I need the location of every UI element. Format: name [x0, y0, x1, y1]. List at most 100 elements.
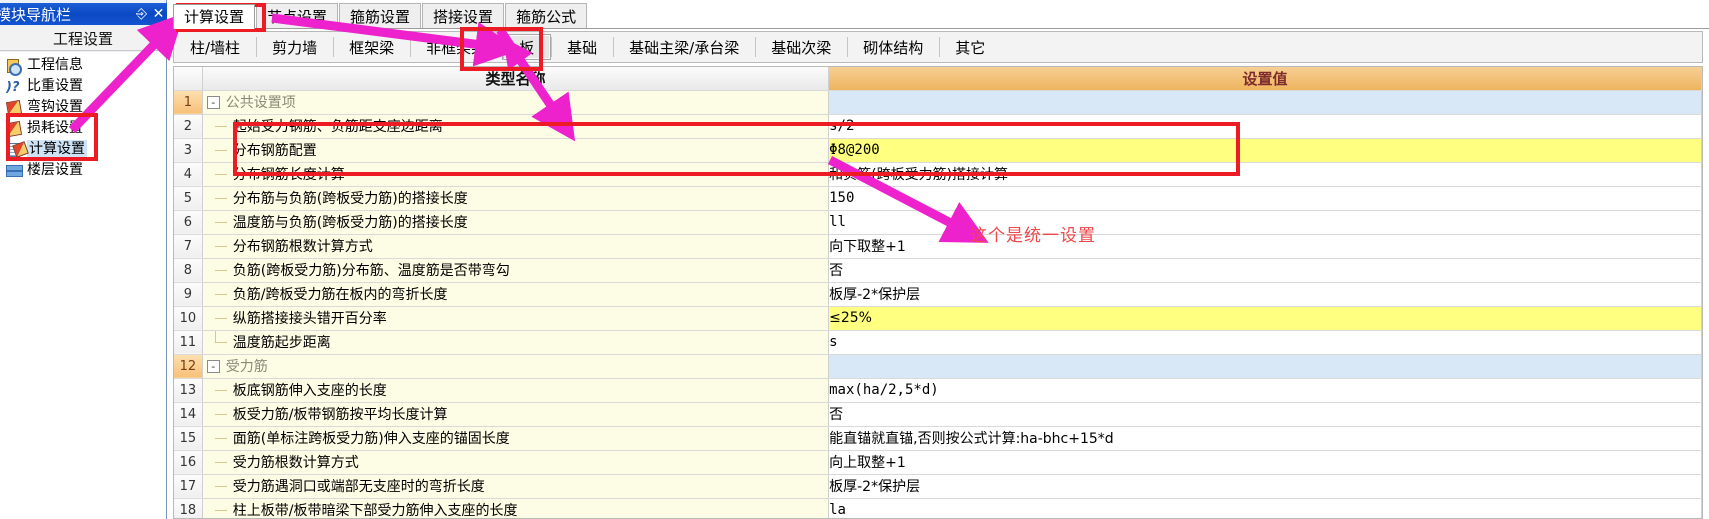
table-row[interactable]: 6 温度筋与负筋(跨板受力筋)的搭接长度 ll	[174, 210, 1702, 235]
table-row[interactable]: 2 起始受力钢筋、负筋距支座边距离 s/2	[174, 114, 1702, 139]
table-row[interactable]: 5 分布筋与负筋(跨板受力筋)的搭接长度 150	[174, 186, 1702, 211]
cell-setting-value[interactable]: max(ha/2,5*d)	[828, 378, 1702, 403]
subtab-frame-beam[interactable]: 框架梁	[333, 32, 410, 62]
cell-setting-value[interactable]: 能直锚就直锚,否则按公式计算:ha-bhc+15*d	[828, 426, 1702, 451]
table-row[interactable]: 3 分布钢筋配置 Φ8@200	[174, 138, 1702, 163]
tab-lap-settings[interactable]: 搭接设置	[422, 3, 505, 28]
cell-type-name[interactable]: 分布钢筋配置	[202, 138, 830, 163]
hook-settings-icon	[5, 99, 23, 117]
table-row[interactable]: 15 面筋(单标注跨板受力筋)伸入支座的锚固长度 能直锚就直锚,否则按公式计算:ha…	[174, 426, 1702, 451]
settings-grid[interactable]: 类型名称 设置值 1- 公共设置项 2 起始受力钢筋、负筋距支座边距离 s/2 3 分布钢筋…	[173, 66, 1703, 519]
cell-type-name[interactable]: - 受力筋	[202, 354, 830, 379]
cell-type-name[interactable]: 负筋(跨板受力筋)分布筋、温度筋是否带弯勾	[202, 258, 830, 283]
type-name-label: 分布钢筋配置	[232, 143, 317, 159]
subtab-label: 柱/墙柱	[190, 38, 241, 57]
tree-collapse-icon[interactable]: -	[206, 95, 220, 109]
sidebar-item-loss-settings[interactable]: 损耗设置	[0, 118, 166, 139]
sidebar-item-label: 弯钩设置	[27, 99, 83, 115]
subtab-masonry-structure[interactable]: 砌体结构	[847, 32, 939, 62]
type-name-label: 温度筋起步距离	[232, 335, 331, 351]
table-row[interactable]: 14 板受力筋/板带钢筋按平均长度计算 否	[174, 402, 1702, 427]
tab-node-settings[interactable]: 节点设置	[256, 3, 339, 28]
cell-type-name[interactable]: 受力筋根数计算方式	[202, 450, 830, 475]
cell-setting-value[interactable]: ≤25%	[828, 306, 1702, 331]
table-row[interactable]: 12- 受力筋	[174, 354, 1702, 379]
cell-setting-value[interactable]	[828, 354, 1702, 379]
tree-collapse-icon[interactable]: -	[206, 359, 220, 373]
sidebar-item-calc-settings[interactable]: 计算设置	[0, 139, 166, 160]
table-row[interactable]: 18 柱上板带/板带暗梁下部受力筋伸入支座的长度 la	[174, 498, 1702, 518]
pin-icon[interactable]: ⎆	[133, 4, 150, 24]
table-row[interactable]: 4 分布钢筋长度计算 和负筋(跨板受力筋)搭接计算	[174, 162, 1702, 187]
tree-branch-icon	[207, 475, 233, 498]
sidebar-item-weight-ratio[interactable]: )? 比重设置	[0, 76, 166, 97]
cell-type-name[interactable]: 起始受力钢筋、负筋距支座边距离	[202, 114, 830, 139]
subtab-foundation-main-beam[interactable]: 基础主梁/承台梁	[613, 32, 755, 62]
cell-type-name[interactable]: 温度筋起步距离	[202, 330, 830, 355]
cell-setting-value[interactable]: 和负筋(跨板受力筋)搭接计算	[828, 162, 1702, 187]
cell-type-name[interactable]: 分布钢筋长度计算	[202, 162, 830, 187]
cell-type-name[interactable]: 面筋(单标注跨板受力筋)伸入支座的锚固长度	[202, 426, 830, 451]
table-row[interactable]: 10 纵筋搭接接头错开百分率 ≤25%	[174, 306, 1702, 331]
table-row[interactable]: 11 温度筋起步距离 s	[174, 330, 1702, 355]
cell-type-name[interactable]: 纵筋搭接接头错开百分率	[202, 306, 830, 331]
cell-type-name[interactable]: - 公共设置项	[202, 90, 830, 115]
cell-setting-value[interactable]: la	[828, 498, 1702, 518]
cell-setting-value[interactable]: 向上取整+1	[828, 450, 1702, 475]
cell-setting-value[interactable]: 否	[828, 402, 1702, 427]
cell-setting-value[interactable]: 向下取整+1	[828, 234, 1702, 259]
row-number: 3	[174, 138, 203, 163]
table-row[interactable]: 9 负筋/跨板受力筋在板内的弯折长度 板厚-2*保护层	[174, 282, 1702, 307]
cell-type-name[interactable]: 柱上板带/板带暗梁下部受力筋伸入支座的长度	[202, 498, 830, 518]
subtab-label: 基础	[567, 38, 598, 57]
sidebar-item-floor-settings[interactable]: 楼层设置	[0, 160, 166, 181]
nav-panel-titlebar: 模块导航栏 ⎆ ✕	[0, 3, 167, 25]
table-body: 1- 公共设置项 2 起始受力钢筋、负筋距支座边距离 s/2 3 分布钢筋配置 Φ8@200 4…	[174, 90, 1702, 518]
subtab-label: 剪力墙	[272, 38, 318, 57]
type-name-label: 负筋/跨板受力筋在板内的弯折长度	[232, 287, 448, 303]
subtab-foundation-secondary-beam[interactable]: 基础次梁	[755, 32, 847, 62]
tab-calc-settings[interactable]: 计算设置	[173, 4, 256, 29]
table-row[interactable]: 16 受力筋根数计算方式 向上取整+1	[174, 450, 1702, 475]
cell-setting-value[interactable]: s	[828, 330, 1702, 355]
subtab-foundation[interactable]: 基础	[551, 32, 613, 62]
table-row[interactable]: 17 受力筋遇洞口或端部无支座时的弯折长度 板厚-2*保护层	[174, 474, 1702, 499]
subtab-label: 基础主梁/承台梁	[629, 38, 740, 57]
cell-type-name[interactable]: 板底钢筋伸入支座的长度	[202, 378, 830, 403]
table-row[interactable]: 8 负筋(跨板受力筋)分布筋、温度筋是否带弯勾 否	[174, 258, 1702, 283]
cell-type-name[interactable]: 分布筋与负筋(跨板受力筋)的搭接长度	[202, 186, 830, 211]
cell-setting-value[interactable]	[828, 90, 1702, 115]
settings-table: 类型名称 设置值 1- 公共设置项 2 起始受力钢筋、负筋距支座边距离 s/2 3 分布钢筋…	[174, 67, 1702, 518]
cell-type-name[interactable]: 板受力筋/板带钢筋按平均长度计算	[202, 402, 830, 427]
cell-setting-value[interactable]: 150	[828, 186, 1702, 211]
cell-type-name[interactable]: 分布钢筋根数计算方式	[202, 234, 830, 259]
tab-stirrup-settings[interactable]: 箍筋设置	[339, 3, 422, 28]
subtab-non-frame-beam[interactable]: 非框架梁	[410, 32, 502, 62]
subtab-other[interactable]: 其它	[939, 32, 1001, 62]
cell-setting-value[interactable]: 板厚-2*保护层	[828, 474, 1702, 499]
cell-setting-value[interactable]: 板厚-2*保护层	[828, 282, 1702, 307]
cell-setting-value[interactable]: s/2	[828, 114, 1702, 139]
cell-type-name[interactable]: 受力筋遇洞口或端部无支座时的弯折长度	[202, 474, 830, 499]
cell-setting-value[interactable]: ll	[828, 210, 1702, 235]
sidebar-item-project-info[interactable]: 工程信息	[0, 55, 166, 76]
calc-settings-icon	[5, 141, 23, 159]
project-info-icon	[5, 57, 23, 76]
subtab-column-wall-column[interactable]: 柱/墙柱	[174, 32, 256, 62]
cell-setting-value[interactable]: Φ8@200	[828, 138, 1702, 163]
tab-stirrup-formula[interactable]: 箍筋公式	[505, 3, 588, 28]
cell-setting-value[interactable]: 否	[828, 258, 1702, 283]
row-number: 8	[174, 258, 203, 283]
row-number: 16	[174, 450, 203, 475]
table-row[interactable]: 1- 公共设置项	[174, 90, 1702, 115]
tab-label: 计算设置	[184, 8, 245, 26]
tree-branch-icon	[207, 427, 233, 450]
cell-type-name[interactable]: 负筋/跨板受力筋在板内的弯折长度	[202, 282, 830, 307]
subtab-slab[interactable]: 板	[502, 34, 552, 60]
subtab-shear-wall[interactable]: 剪力墙	[256, 32, 333, 62]
close-icon[interactable]: ✕	[150, 4, 167, 24]
cell-type-name[interactable]: 温度筋与负筋(跨板受力筋)的搭接长度	[202, 210, 830, 235]
table-row[interactable]: 7 分布钢筋根数计算方式 向下取整+1	[174, 234, 1702, 259]
table-row[interactable]: 13 板底钢筋伸入支座的长度 max(ha/2,5*d)	[174, 378, 1702, 403]
sidebar-item-hook-settings[interactable]: 弯钩设置	[0, 97, 166, 118]
